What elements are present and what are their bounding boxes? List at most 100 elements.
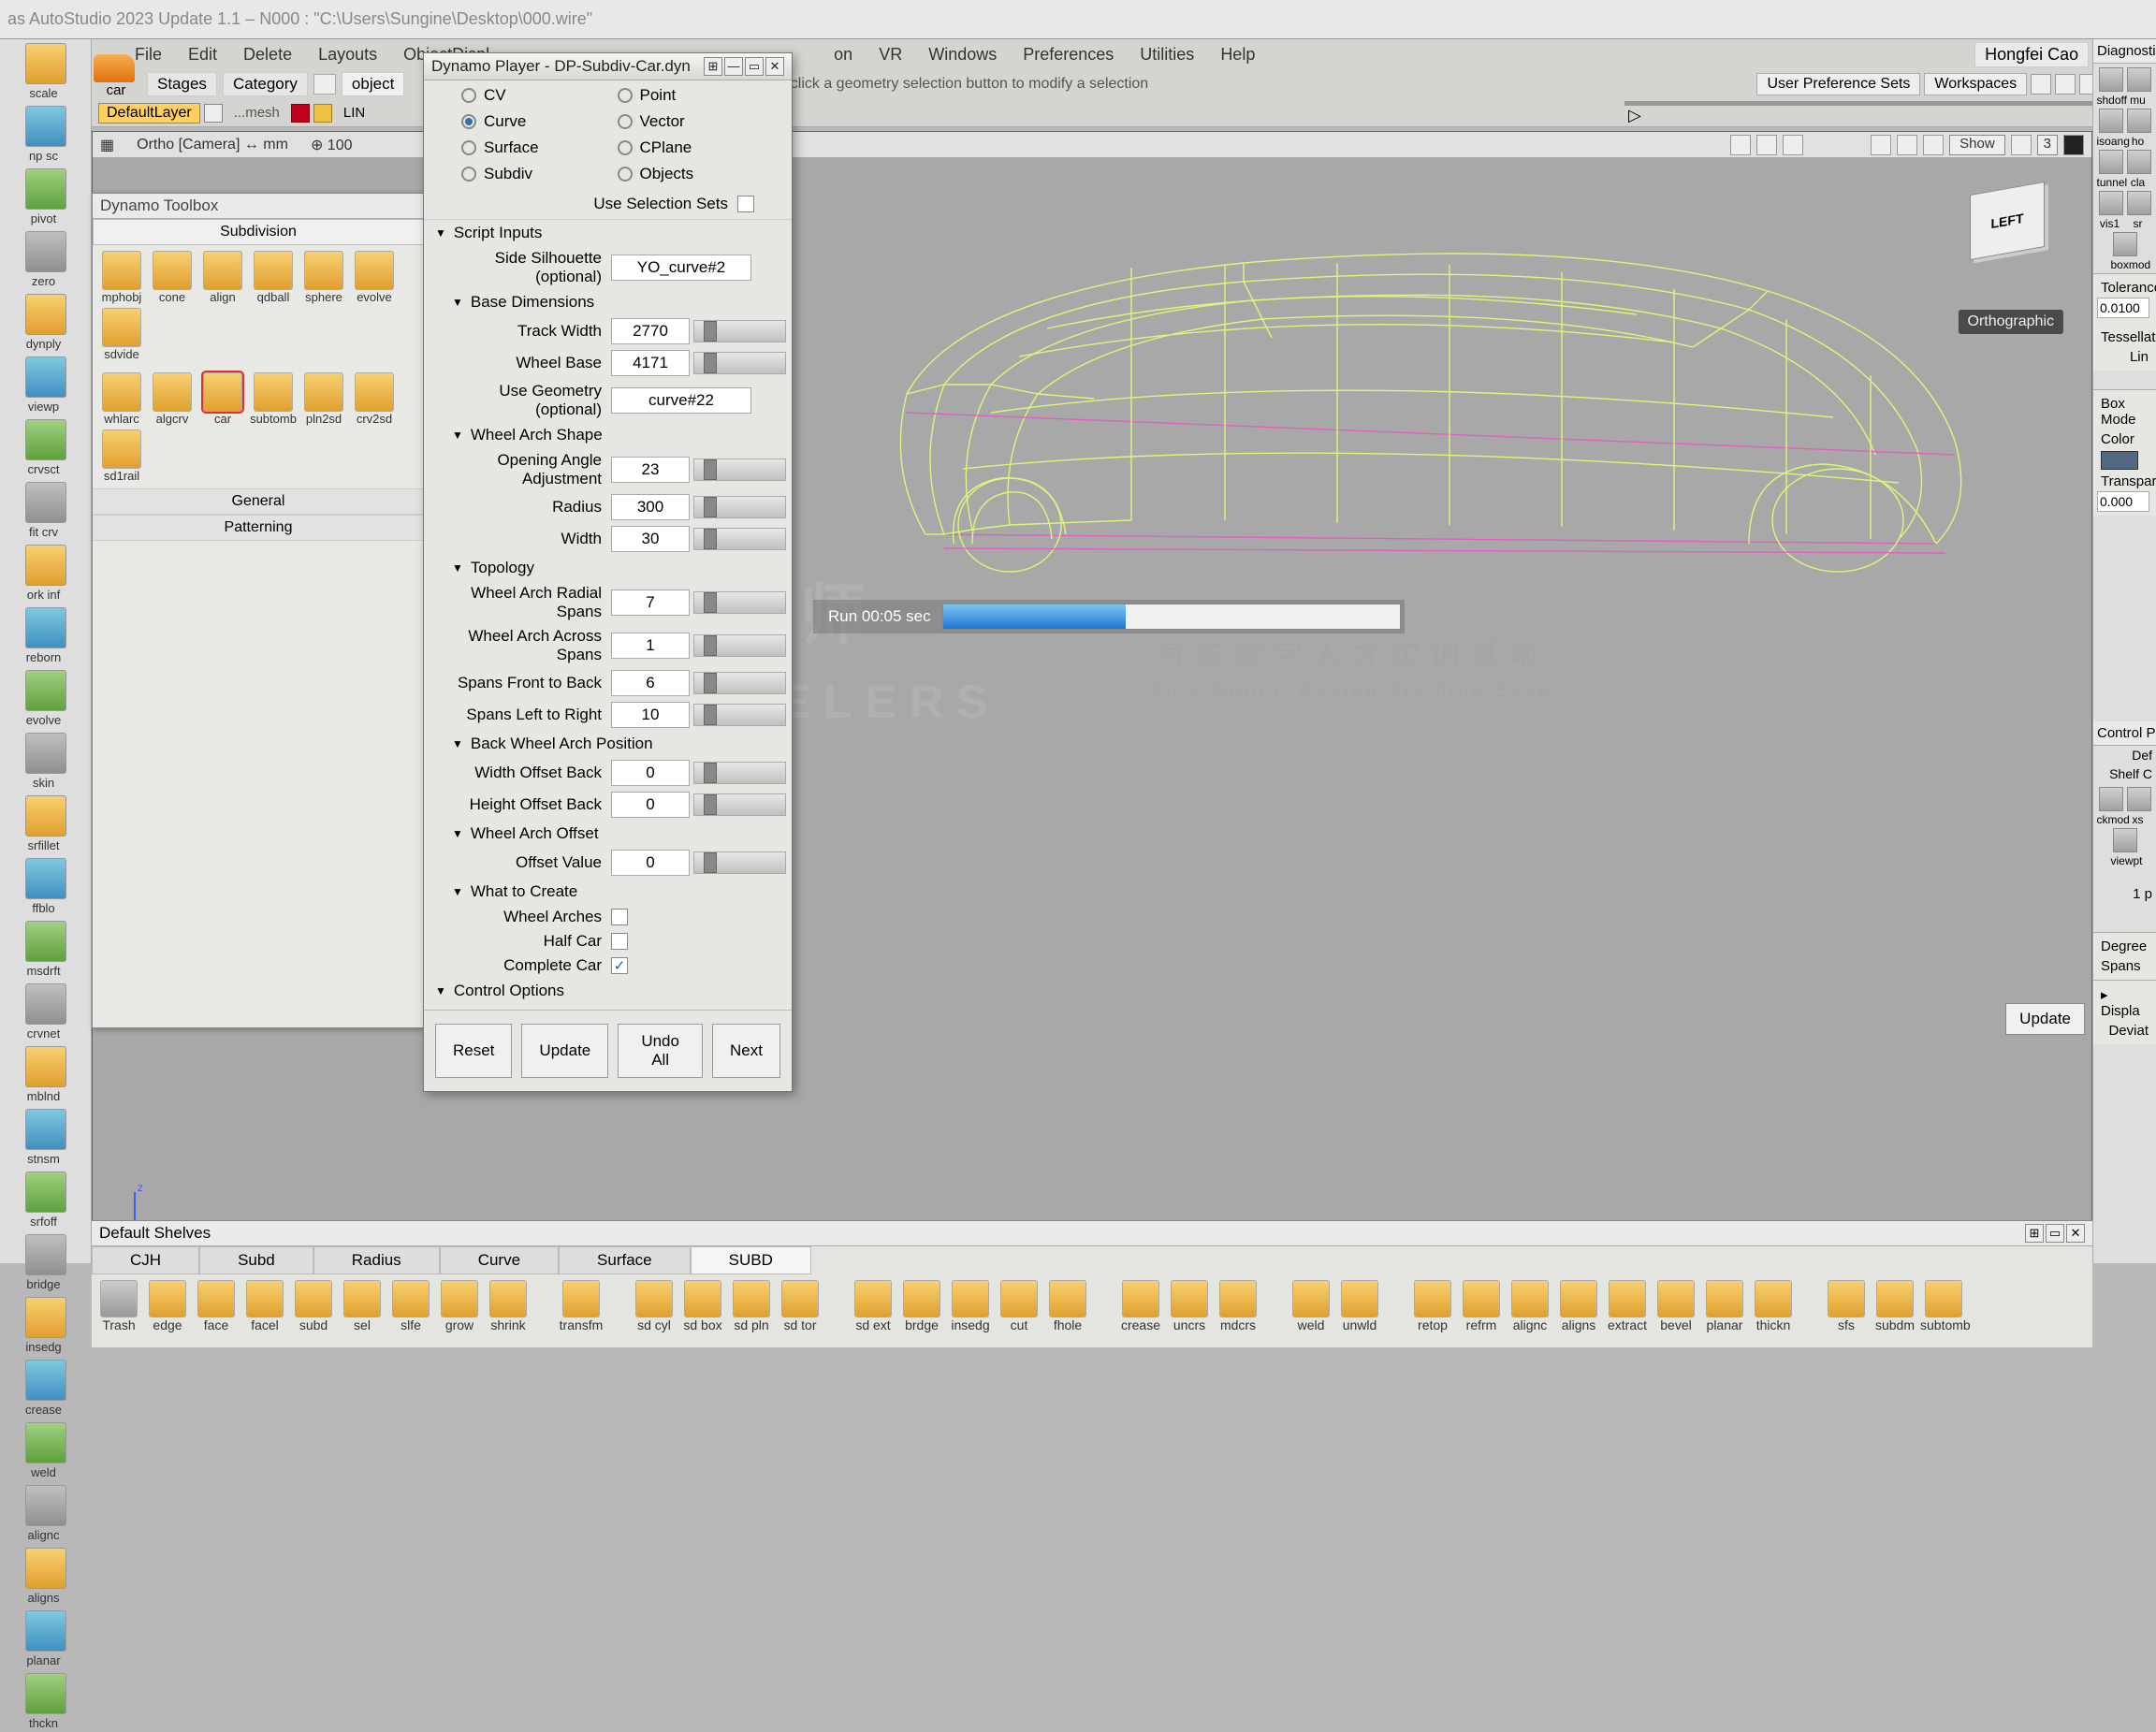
transparency-input[interactable] (2097, 491, 2149, 512)
menu-help[interactable]: Help (1207, 41, 1268, 68)
left-tool-alignc[interactable]: alignc (23, 1483, 68, 1542)
radio-curve[interactable]: Curve (461, 112, 599, 131)
toolbox-qdball[interactable]: qdball (248, 251, 299, 304)
shelf-item-sel[interactable]: sel (339, 1280, 386, 1332)
input-track-width[interactable] (611, 318, 690, 344)
shelf-tab-surface[interactable]: Surface (559, 1246, 691, 1274)
vh-icon-8[interactable] (2063, 135, 2084, 155)
chk-wheel-arches[interactable] (611, 909, 628, 925)
menu-utilities[interactable]: Utilities (1127, 41, 1207, 68)
shelf-tab-subd[interactable]: Subd (199, 1246, 313, 1274)
left-tool-crvsct[interactable]: crvsct (23, 417, 68, 476)
left-tool-weld[interactable]: weld (23, 1420, 68, 1479)
shelf-item-subd[interactable]: subd (290, 1280, 337, 1332)
view-label[interactable]: Ortho [Camera] ↔ mm (137, 137, 288, 153)
shelf-item-sd pln[interactable]: sd pln (728, 1280, 775, 1332)
right-tool-tunnel[interactable] (2099, 150, 2123, 174)
radio-objects[interactable]: Objects (618, 165, 755, 183)
toolbox-car[interactable]: car (197, 372, 248, 426)
slider-width[interactable] (693, 528, 786, 550)
menu-on[interactable]: on (821, 41, 866, 68)
left-tool-ork inf[interactable]: ork inf (23, 543, 68, 602)
left-tool-crvnet[interactable]: crvnet (23, 982, 68, 1041)
hdr-topology[interactable]: ▼Topology (424, 555, 792, 581)
top-icon-1[interactable] (2031, 74, 2051, 95)
hdr-wheel-arch-shape[interactable]: ▼Wheel Arch Shape (424, 422, 792, 448)
radio-surface[interactable]: Surface (461, 138, 599, 157)
toolbox-crv2sd[interactable]: crv2sd (349, 372, 400, 426)
left-tool-pivot[interactable]: pivot (23, 167, 68, 226)
shelf-item-subtomb[interactable]: subtomb (1920, 1280, 1967, 1332)
slider-width-offset[interactable] (693, 762, 786, 784)
toolbox-subtomb[interactable]: subtomb (248, 372, 299, 426)
shelf-item-bevel[interactable]: bevel (1653, 1280, 1699, 1332)
left-tool-reborn[interactable]: reborn (23, 605, 68, 664)
input-wheel-base[interactable] (611, 350, 690, 376)
shelf-item-planar[interactable]: planar (1701, 1280, 1748, 1332)
vh-three[interactable]: 3 (2037, 135, 2058, 155)
menu-layouts[interactable]: Layouts (305, 41, 390, 68)
player-max-icon[interactable]: ▭ (745, 57, 764, 76)
right-tool-vis1[interactable] (2099, 191, 2123, 215)
left-tool-mblnd[interactable]: mblnd (23, 1044, 68, 1103)
section-patterning[interactable]: Patterning (93, 515, 424, 541)
hdr-back-pos[interactable]: ▼Back Wheel Arch Position (424, 731, 792, 757)
right-tool-ckmod[interactable] (2099, 787, 2123, 811)
shelf-item-cut[interactable]: cut (996, 1280, 1042, 1332)
category-button[interactable]: Category (223, 72, 308, 96)
toolbox-whlarc[interactable]: whlarc (96, 372, 147, 426)
update-button[interactable]: Update (521, 1024, 608, 1078)
input-offset-value[interactable] (611, 850, 690, 876)
shelf-item-sfs[interactable]: sfs (1823, 1280, 1870, 1332)
left-tool-dynply[interactable]: dynply (23, 292, 68, 351)
input-spans-left[interactable] (611, 702, 690, 728)
shelf-close-icon[interactable]: ✕ (2066, 1224, 2085, 1243)
input-use-geometry[interactable] (611, 387, 751, 414)
left-tool-planar[interactable]: planar (23, 1608, 68, 1667)
hdr-arch-offset[interactable]: ▼Wheel Arch Offset (424, 821, 792, 847)
shelf-item-sd box[interactable]: sd box (679, 1280, 726, 1332)
shelf-item-face[interactable]: face (193, 1280, 240, 1332)
timeline-slider[interactable] (1624, 101, 2149, 106)
radio-vector[interactable]: Vector (618, 112, 755, 131)
left-tool-stnsm[interactable]: stnsm (23, 1107, 68, 1166)
player-title-bar[interactable]: Dynamo Player - DP-Subdiv-Car.dyn ⊞ — ▭ … (424, 53, 792, 80)
stages-button[interactable]: Stages (147, 72, 217, 96)
right-tool-isoang[interactable] (2099, 109, 2123, 133)
view-cube[interactable]: LEFT (1970, 188, 2054, 272)
slider-radial-spans[interactable] (693, 591, 786, 614)
shelf-item-extract[interactable]: extract (1604, 1280, 1651, 1332)
user-pref-sets-button[interactable]: User Preference Sets (1756, 73, 1920, 95)
left-tool-np sc[interactable]: np sc (23, 104, 68, 163)
left-tool-scale[interactable]: scale (23, 41, 68, 100)
input-spans-front[interactable] (611, 670, 690, 696)
tab-subdivision[interactable]: Subdivision (93, 219, 424, 245)
color-box-yellow[interactable] (313, 104, 332, 123)
shelf-item-aligns[interactable]: aligns (1555, 1280, 1602, 1332)
shelf-item-uncrs[interactable]: uncrs (1166, 1280, 1213, 1332)
radio-point[interactable]: Point (618, 86, 755, 105)
input-opening-angle[interactable] (611, 457, 690, 483)
right-tool-cla[interactable] (2127, 150, 2151, 174)
menu-delete[interactable]: Delete (230, 41, 305, 68)
undo-all-button[interactable]: Undo All (618, 1024, 703, 1078)
left-tool-evolve[interactable]: evolve (23, 668, 68, 727)
shelf-item-retop[interactable]: retop (1409, 1280, 1456, 1332)
slider-spans-front[interactable] (693, 672, 786, 694)
shelf-item-mdcrs[interactable]: mdcrs (1215, 1280, 1261, 1332)
toolbox-align[interactable]: align (197, 251, 248, 304)
menu-edit[interactable]: Edit (175, 41, 230, 68)
shelf-item-Trash[interactable]: Trash (95, 1280, 142, 1332)
left-tool-aligns[interactable]: aligns (23, 1546, 68, 1605)
shelf-item-unwld[interactable]: unwld (1336, 1280, 1383, 1332)
shelf-tab-subd[interactable]: SUBD (691, 1246, 811, 1274)
input-width-offset[interactable] (611, 760, 690, 786)
toolbox-sphere[interactable]: sphere (299, 251, 349, 304)
input-width[interactable] (611, 526, 690, 552)
vh-icon-1[interactable] (1730, 135, 1751, 155)
shelf-item-sd tor[interactable]: sd tor (777, 1280, 823, 1332)
slider-offset-value[interactable] (693, 851, 786, 874)
vh-icon-3[interactable] (1783, 135, 1803, 155)
player-min-icon[interactable]: — (724, 57, 743, 76)
right-tool-xs[interactable] (2127, 787, 2151, 811)
